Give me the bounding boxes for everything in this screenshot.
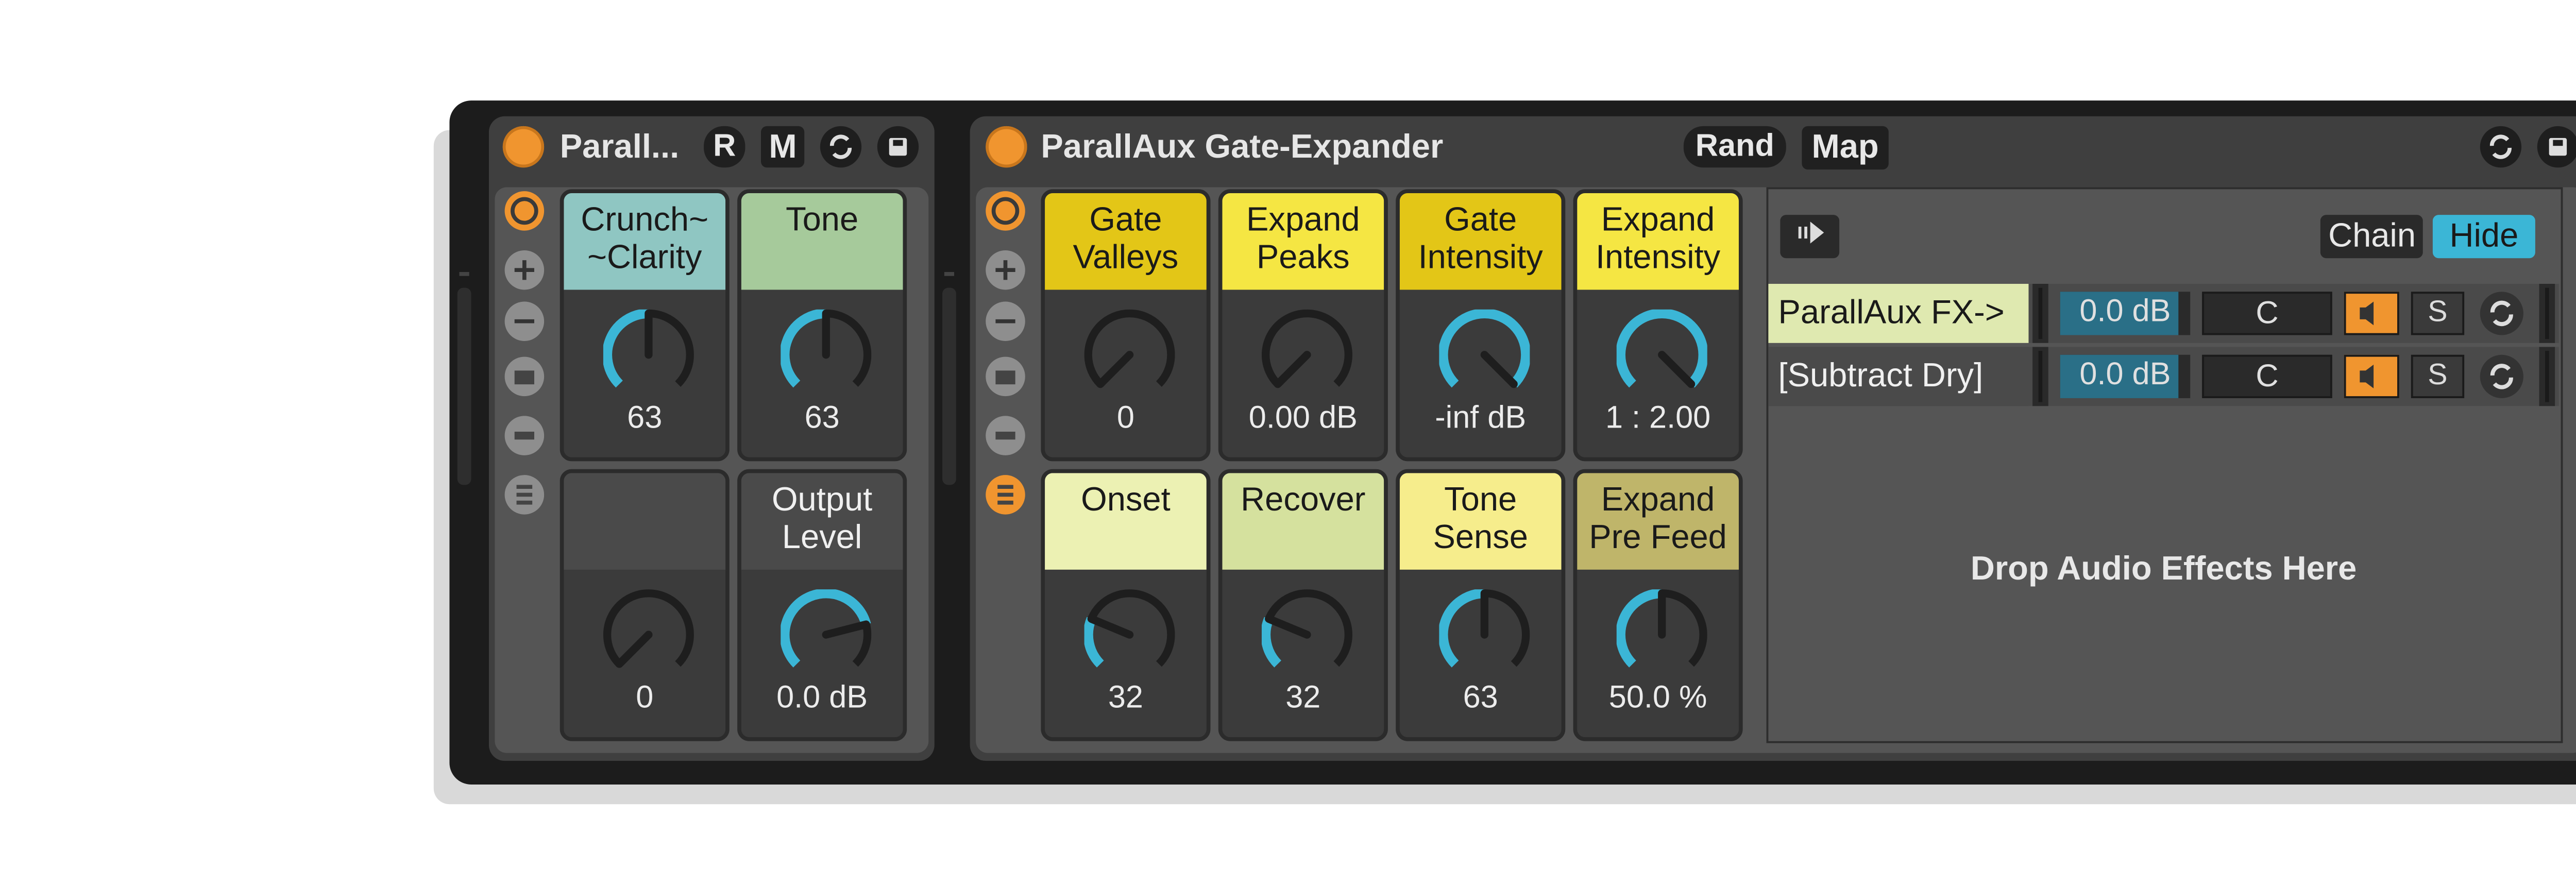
save-preset-icon[interactable] [2537, 126, 2576, 168]
device-power-button[interactable] [502, 126, 545, 168]
device-rack-stage: Parall... R M Crunch~ ~Clarity 63 Tone 63 0 O… [0, 0, 2576, 886]
macro-knob[interactable]: Tone 63 [737, 189, 907, 462]
macro-button[interactable]: M [761, 126, 805, 168]
chain-meter [2539, 284, 2555, 343]
knob-value: 32 [1108, 681, 1143, 716]
knob-value: 32 [1285, 681, 1321, 716]
knob-dial[interactable] [781, 309, 872, 400]
chain-list-panel: Chain Hide ParallAux FX-> 0.0 dB C S [Su… [1766, 187, 2563, 743]
knob-dial[interactable] [1262, 309, 1352, 400]
knob-dial[interactable] [1084, 589, 1175, 680]
knob-value: 1 : 2.00 [1605, 402, 1711, 436]
hot-swap-icon[interactable] [820, 126, 862, 168]
knob-label[interactable]: Expand Pre Feed [1577, 473, 1739, 570]
knob-label[interactable]: Recover [1222, 473, 1384, 570]
knob-dial[interactable] [1616, 309, 1707, 400]
remove-macro-icon[interactable] [986, 301, 1025, 341]
knob-dial[interactable] [1439, 589, 1530, 680]
drop-zone-text: Drop Audio Effects Here [1970, 550, 2357, 588]
macro-knob[interactable]: 0 [560, 469, 730, 741]
knob-value: -inf dB [1435, 402, 1527, 436]
resize-handle-middle[interactable] [942, 272, 956, 485]
knob-label[interactable]: Gate Valleys [1045, 193, 1207, 290]
chain-volume[interactable]: 0.0 dB [2060, 354, 2191, 398]
rand-button[interactable]: Rand [1683, 126, 1786, 168]
solo-button[interactable]: S [2411, 292, 2465, 335]
knob-dial[interactable] [603, 309, 694, 400]
record-button[interactable]: R [704, 126, 745, 168]
map-button[interactable]: Map [1802, 126, 1889, 170]
knob-value: 63 [627, 402, 663, 436]
hide-button[interactable]: Hide [2432, 215, 2535, 259]
knob-dial[interactable] [1439, 309, 1530, 400]
macro-mapping-icon[interactable] [504, 191, 545, 231]
knob-label[interactable]: Expand Intensity [1577, 193, 1739, 290]
macro-knob[interactable]: Gate Valleys 0 [1041, 189, 1211, 462]
chain-meter [2032, 347, 2048, 406]
hot-swap-icon[interactable] [2480, 354, 2523, 398]
knob-value: 50.0 % [1608, 681, 1707, 716]
macro-knob[interactable]: Tone Sense 63 [1396, 469, 1566, 741]
knob-dial[interactable] [1616, 589, 1707, 680]
knob-label[interactable]: Onset [1045, 473, 1207, 570]
knob-label[interactable]: Tone Sense [1399, 473, 1562, 570]
chain-name[interactable]: ParallAux FX-> [1768, 284, 2029, 343]
knob-label[interactable]: Crunch~ ~Clarity [564, 193, 726, 290]
knob-label[interactable]: Tone [741, 193, 903, 290]
knob-label[interactable] [564, 473, 726, 570]
knob-dial[interactable] [1261, 589, 1352, 680]
macro-knob[interactable]: Expand Peaks 0.00 dB [1218, 189, 1388, 462]
chain-pan[interactable]: C [2202, 292, 2332, 335]
chain-pan[interactable]: C [2202, 354, 2332, 398]
hot-swap-icon[interactable] [2480, 126, 2522, 168]
knob-value: 0.0 dB [776, 681, 868, 716]
chain-row[interactable]: ParallAux FX-> 0.0 dB C S [1768, 284, 2559, 343]
knob-label[interactable]: Gate Intensity [1399, 193, 1562, 290]
solo-button[interactable]: S [2411, 354, 2465, 398]
knob-value: 63 [1463, 681, 1498, 716]
add-macro-icon[interactable] [504, 250, 545, 290]
knob-value: 0 [636, 681, 654, 716]
macro-knob[interactable]: Gate Intensity -inf dB [1396, 189, 1566, 462]
hot-swap-icon[interactable] [2480, 292, 2523, 335]
randomize-icon[interactable] [986, 416, 1025, 455]
resize-handle-left[interactable] [457, 272, 471, 485]
snapshot-icon[interactable] [986, 356, 1025, 397]
chain-toggle-icon[interactable] [1780, 215, 1840, 259]
macro-knob[interactable]: Output Level 0.0 dB [737, 469, 907, 741]
macro-mapping-icon[interactable] [986, 191, 1025, 231]
chain-volume[interactable]: 0.0 dB [2060, 292, 2191, 335]
speaker-icon[interactable] [2344, 354, 2399, 398]
chain-meter [2539, 347, 2555, 406]
macro-knob[interactable]: Expand Pre Feed 50.0 % [1573, 469, 1743, 741]
knob-value: 0 [1116, 402, 1134, 436]
knob-dial[interactable] [603, 589, 694, 680]
knob-dial[interactable] [1084, 309, 1175, 400]
knob-label[interactable]: Output Level [741, 473, 903, 570]
knob-value: 0.00 dB [1248, 402, 1358, 436]
chain-row[interactable]: [Subtract Dry] 0.0 dB C S [1768, 347, 2559, 406]
macro-knob[interactable]: Recover 32 [1218, 469, 1388, 741]
chain-name[interactable]: [Subtract Dry] [1768, 347, 2029, 406]
randomize-icon[interactable] [504, 416, 545, 455]
chain-button[interactable]: Chain [2320, 215, 2423, 259]
snapshot-icon[interactable] [504, 356, 545, 397]
speaker-icon[interactable] [2344, 292, 2399, 335]
save-preset-icon[interactable] [877, 126, 919, 168]
device-title[interactable]: Parall... [560, 128, 679, 168]
macro-knob[interactable]: Crunch~ ~Clarity 63 [560, 189, 730, 462]
knob-label[interactable]: Expand Peaks [1222, 193, 1384, 290]
macro-knob[interactable]: Expand Intensity 1 : 2.00 [1573, 189, 1743, 462]
remove-macro-icon[interactable] [504, 301, 545, 341]
knob-value: 63 [804, 402, 840, 436]
device-title[interactable]: ParallAux Gate-Expander [1041, 128, 1443, 168]
list-icon[interactable] [986, 475, 1025, 515]
add-macro-icon[interactable] [986, 250, 1025, 290]
knob-dial[interactable] [781, 589, 872, 680]
device-power-button[interactable] [986, 126, 1027, 168]
macro-knob[interactable]: Onset 32 [1041, 469, 1211, 741]
chain-meter [2032, 284, 2048, 343]
list-icon[interactable] [504, 475, 545, 515]
